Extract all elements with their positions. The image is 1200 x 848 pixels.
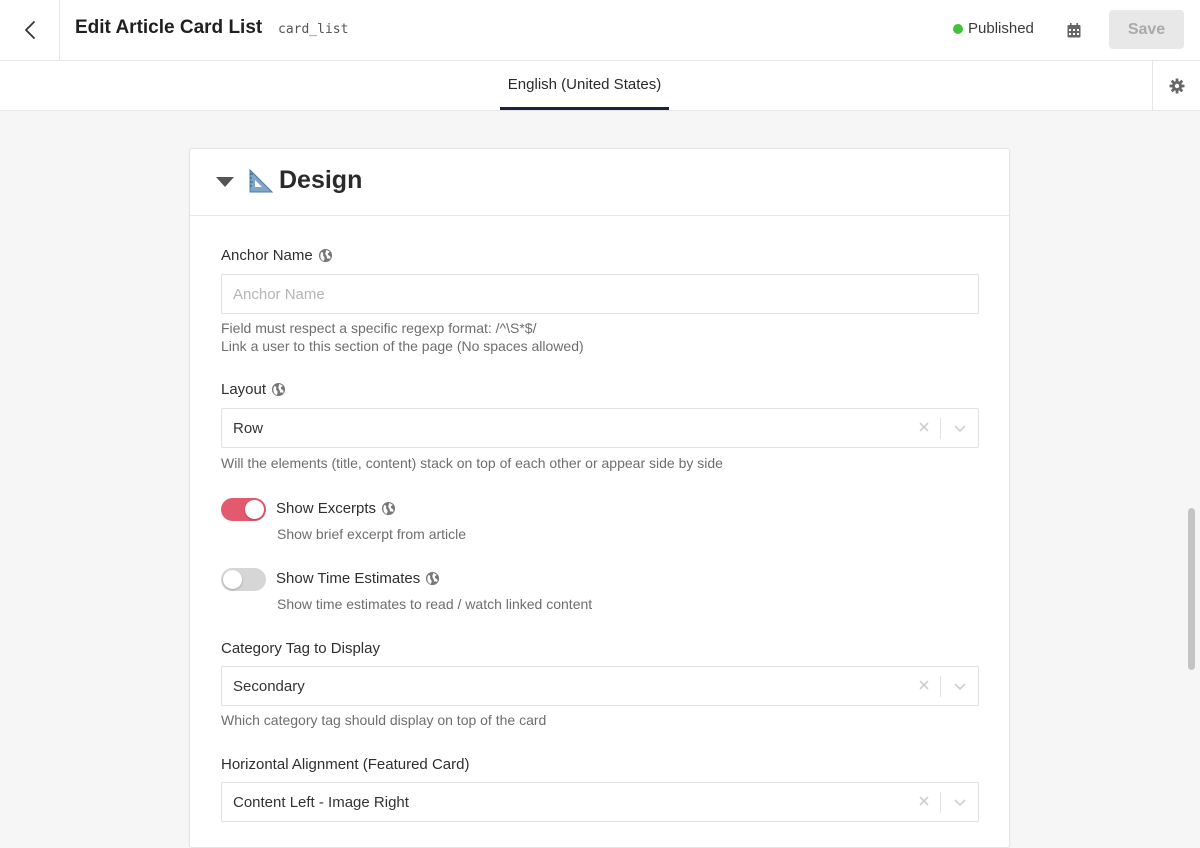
show-excerpts-help: Show brief excerpt from article xyxy=(277,526,467,542)
horizontal-alignment-label: Horizontal Alignment (Featured Card) xyxy=(221,756,470,773)
clear-icon[interactable] xyxy=(918,679,930,691)
chevron-down-icon[interactable] xyxy=(953,680,967,692)
back-button[interactable] xyxy=(0,0,60,60)
locale-tab-bar: English (United States) xyxy=(0,61,1200,111)
save-button[interactable]: Save xyxy=(1109,10,1184,49)
category-tag-label: Category Tag to Display xyxy=(221,640,380,657)
tab-english-us[interactable]: English (United States) xyxy=(500,61,669,110)
globe-icon xyxy=(271,382,286,397)
show-time-estimates-label: Show Time Estimates xyxy=(276,570,421,587)
schedule-button[interactable] xyxy=(1062,18,1086,42)
anchor-name-field: Anchor Name Field must respect a specifi… xyxy=(221,247,979,355)
section-header: Design xyxy=(190,149,1009,216)
chevron-left-icon xyxy=(24,21,35,39)
globe-icon xyxy=(318,248,333,263)
calendar-icon xyxy=(1067,22,1081,37)
page-scrollbar[interactable] xyxy=(1188,508,1195,670)
status-label: Published xyxy=(968,20,1034,37)
anchor-name-help-description: Link a user to this section of the page … xyxy=(221,338,584,354)
anchor-name-label: Anchor Name xyxy=(221,247,313,264)
globe-icon xyxy=(381,501,396,516)
section-title: Design xyxy=(279,166,363,194)
layout-help: Will the elements (title, content) stack… xyxy=(221,455,723,471)
category-tag-selected-value: Secondary xyxy=(233,678,305,695)
page-title: Edit Article Card List xyxy=(75,17,263,38)
layout-field: Layout Row Will the elements (title, con… xyxy=(221,381,979,472)
category-tag-field: Category Tag to Display Secondary Which … xyxy=(221,640,979,729)
design-section-card: Design Anchor Name Field must respect a … xyxy=(189,148,1010,848)
api-id: card_list xyxy=(278,22,349,37)
triangular-ruler-icon xyxy=(249,168,274,193)
show-excerpts-toggle[interactable] xyxy=(221,498,266,521)
collapse-caret-icon[interactable] xyxy=(216,177,234,187)
anchor-name-help-regexp: Field must respect a specific regexp for… xyxy=(221,320,537,336)
layout-selected-value: Row xyxy=(233,420,264,437)
horizontal-alignment-selected-value: Content Left - Image Right xyxy=(233,794,409,811)
chevron-down-icon[interactable] xyxy=(953,796,967,808)
show-time-estimates-help: Show time estimates to read / watch link… xyxy=(277,596,593,612)
clear-icon[interactable] xyxy=(918,421,930,433)
layout-label: Layout xyxy=(221,381,267,398)
horizontal-alignment-select[interactable]: Content Left - Image Right xyxy=(221,782,979,822)
status-dot xyxy=(953,23,963,34)
category-tag-select[interactable]: Secondary xyxy=(221,666,979,706)
horizontal-alignment-field: Horizontal Alignment (Featured Card) Con… xyxy=(221,756,979,822)
clear-icon[interactable] xyxy=(918,795,930,807)
show-excerpts-label: Show Excerpts xyxy=(276,500,377,517)
chevron-down-icon[interactable] xyxy=(953,422,967,434)
show-time-estimates-toggle[interactable] xyxy=(221,568,266,591)
globe-icon xyxy=(425,571,440,586)
top-bar: Edit Article Card List card_list Publish… xyxy=(0,0,1200,61)
settings-button[interactable] xyxy=(1152,61,1200,110)
category-tag-help: Which category tag should display on top… xyxy=(221,712,547,728)
layout-select[interactable]: Row xyxy=(221,408,979,448)
anchor-name-input[interactable] xyxy=(221,274,979,314)
gear-icon xyxy=(1169,78,1184,93)
status-indicator: Published xyxy=(953,20,1034,37)
